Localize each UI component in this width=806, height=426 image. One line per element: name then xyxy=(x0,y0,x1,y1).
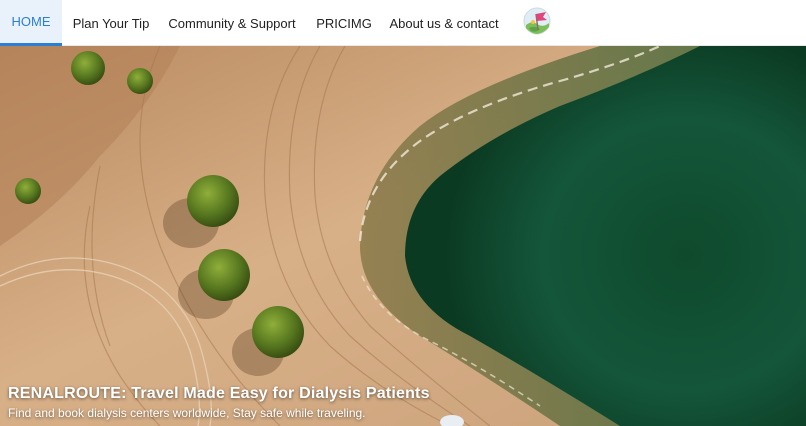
hero-banner: RENALROUTE: Travel Made Easy for Dialysi… xyxy=(0,46,806,426)
logo[interactable] xyxy=(504,0,552,46)
page: HOME Plan Your Tip Community & Support P… xyxy=(0,0,806,426)
nav-community-support-label: Community & Support xyxy=(168,15,296,31)
aerial-beach-lagoon-image xyxy=(0,46,806,426)
top-navigation: HOME Plan Your Tip Community & Support P… xyxy=(0,0,806,46)
hero-text: RENALROUTE: Travel Made Easy for Dialysi… xyxy=(8,385,430,420)
nav-plan-your-trip-label: Plan Your Tip xyxy=(72,15,150,31)
nav-plan-your-trip[interactable]: Plan Your Tip xyxy=(62,0,160,46)
nav-community-support[interactable]: Community & Support xyxy=(160,0,304,46)
nav-pricing[interactable]: PRICIMG xyxy=(304,0,384,46)
nav-pricing-label: PRICIMG xyxy=(316,15,372,31)
nav-about-contact-label: About us & contact xyxy=(389,15,499,31)
globe-flag-icon xyxy=(522,6,552,41)
nav-home-label: HOME xyxy=(11,14,51,29)
hero-title: RENALROUTE: Travel Made Easy for Dialysi… xyxy=(8,385,430,402)
hero-subtitle: Find and book dialysis centers worldwide… xyxy=(8,406,366,420)
nav-about-contact[interactable]: About us & contact xyxy=(384,0,504,46)
nav-home[interactable]: HOME xyxy=(0,0,62,46)
